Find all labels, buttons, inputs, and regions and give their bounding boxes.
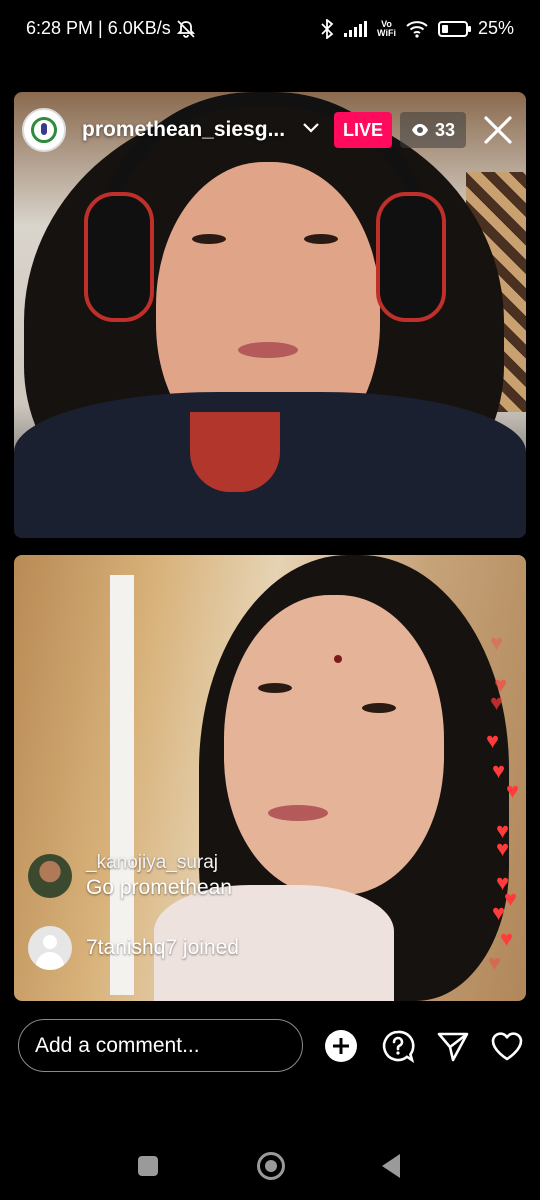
comment-text: Go promethean	[86, 876, 232, 899]
guest-eye-right	[362, 703, 396, 713]
comment-input[interactable]: Add a comment...	[18, 1019, 303, 1072]
headphone-right	[376, 192, 446, 322]
close-icon[interactable]	[480, 112, 516, 148]
chevron-down-icon[interactable]	[300, 116, 322, 138]
battery-percent: 25%	[477, 18, 514, 38]
mute-icon	[176, 19, 195, 38]
heart-float-icon: ♥	[496, 836, 510, 861]
join-text: 7tanishq7 joined	[86, 936, 239, 959]
host-inner-shirt	[190, 412, 280, 492]
home-button[interactable]	[257, 1152, 285, 1180]
guest-face	[224, 595, 444, 895]
heart-float-icon: ♥	[490, 630, 504, 655]
host-lips	[238, 342, 298, 358]
battery-fill	[441, 24, 448, 33]
status-time-speed: 6:28 PM | 6.0KB/s	[26, 18, 171, 38]
status-left: 6:28 PM | 6.0KB/s	[26, 18, 197, 39]
viewer-count-number: 33	[434, 119, 456, 140]
promethean-logo	[31, 117, 57, 143]
comment-body: _kanojiya_suraj Go promethean	[86, 852, 232, 900]
heart-float-icon: ♥	[506, 778, 520, 803]
paper-plane-icon[interactable]	[436, 1029, 470, 1063]
broadcaster-avatar[interactable]	[22, 108, 66, 152]
comment-item[interactable]: _kanojiya_suraj Go promethean	[28, 852, 232, 900]
bindi	[334, 655, 342, 663]
heart-float-icon: ♥	[492, 900, 506, 925]
battery-icon	[437, 20, 471, 37]
heart-float-icon: ♥	[492, 758, 506, 783]
status-right: Vo WiFi 25%	[320, 18, 514, 39]
plus-circle-icon[interactable]	[324, 1029, 358, 1063]
guest-lips	[268, 805, 328, 821]
live-header: promethean_siesg... LIVE 33	[14, 92, 526, 170]
guest-eye-left	[258, 683, 292, 693]
heart-float-icon: ♥	[488, 950, 502, 975]
heart-float-icon: ♥	[486, 728, 500, 753]
back-button[interactable]	[382, 1154, 400, 1178]
signal-icon	[344, 20, 368, 37]
wifi-icon	[406, 20, 428, 38]
hearts-animation: ♥ ♥ ♥ ♥ ♥ ♥ ♥ ♥ ♥ ♥ ♥ ♥ ♥	[480, 620, 530, 1000]
viewer-count[interactable]: 33	[400, 112, 466, 148]
bluetooth-icon	[321, 18, 334, 39]
join-notice: 7tanishq7 joined	[28, 926, 239, 970]
live-badge: LIVE	[334, 112, 392, 148]
status-bar: 6:28 PM | 6.0KB/s Vo WiFi 25%	[0, 0, 540, 60]
commenter-avatar[interactable]	[28, 854, 72, 898]
vowifi-label-2: WiFi	[377, 27, 396, 38]
vowifi-icon: Vo WiFi	[377, 19, 396, 38]
heart-float-icon: ♥	[490, 690, 504, 715]
comment-username[interactable]: _kanojiya_suraj	[86, 852, 232, 874]
question-bubble-icon[interactable]	[381, 1029, 415, 1063]
eye-icon	[411, 124, 428, 136]
headphone-left	[84, 192, 154, 322]
broadcaster-username[interactable]: promethean_siesg...	[82, 118, 285, 142]
heart-float-icon: ♥	[504, 886, 518, 911]
default-avatar-icon	[28, 926, 72, 970]
host-eye-right	[304, 234, 338, 244]
recent-apps-button[interactable]	[138, 1156, 158, 1176]
heart-float-icon: ♥	[500, 926, 514, 951]
host-eye-left	[192, 234, 226, 244]
heart-icon[interactable]	[490, 1029, 524, 1063]
